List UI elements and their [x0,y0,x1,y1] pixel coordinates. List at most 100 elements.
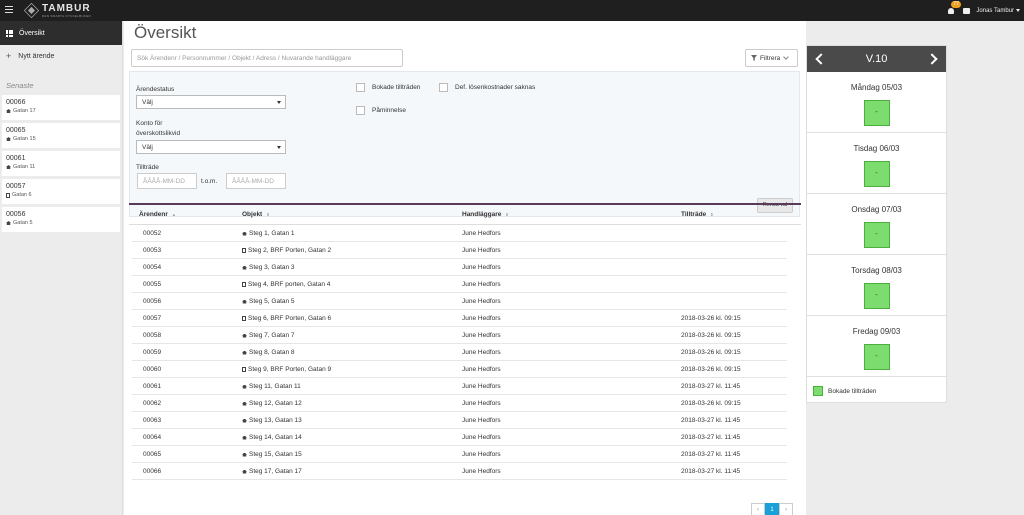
cell-access: 2018-03-26 kl. 09:15 [681,315,741,322]
calendar-slot[interactable]: - [863,222,890,248]
pagination-next[interactable]: › [779,503,793,515]
notification-bell-icon[interactable]: 77 [947,0,961,15]
user-name[interactable]: Jonas Tambur [976,8,1014,14]
calendar-day: Måndag 05/03 - [807,72,946,133]
plus-icon: + [6,51,12,61]
recent-address: Gatan 5 [13,220,33,226]
recent-item[interactable]: 00057 Gatan 6 [2,179,120,204]
cell-object: Steg 4, BRF porten, Gatan 4 [242,281,330,288]
column-header-case-number[interactable]: Ärendenr ▲ [139,211,176,218]
table-row[interactable]: 00054 Steg 3, Gatan 3 June Hedfors [132,259,787,276]
calendar-day: Tisdag 06/03 - [807,133,946,194]
table-row[interactable]: 00052 Steg 1, Gatan 1 June Hedfors [132,225,787,242]
messages-icon[interactable] [963,7,971,14]
nav-item-oversikt[interactable]: Översikt [0,21,122,45]
cell-case-number: 00062 [143,400,162,407]
checkbox-booked[interactable]: Bokade tillträden [356,83,420,92]
date-to-input[interactable]: ÅÅÅÅ-MM-DD [226,173,286,189]
checkbox-label: Def. lösenkostnader saknas [455,84,536,91]
cell-access: 2018-03-26 kl. 09:15 [681,332,741,339]
table-row[interactable]: 00065 Steg 15, Gatan 15 June Hedfors 2018-0… [132,446,787,463]
cell-handler: June Hedfors [462,247,501,254]
recent-address: Gatan 11 [13,164,36,170]
cell-handler: June Hedfors [462,315,501,322]
recent-item[interactable]: 00066 Gatan 17 [2,95,120,120]
recent-case-number: 00065 [6,127,26,134]
checkbox-box[interactable] [356,83,365,92]
calendar-day: Torsdag 08/03 - [807,255,946,316]
table-row[interactable]: 00062 Steg 12, Gatan 12 June Hedfors 2018-0… [132,395,787,412]
date-range-separator: t.o.m. [201,178,218,185]
recent-item[interactable]: 00061 Gatan 11 [2,151,120,176]
filter-button-label: Filtrera [760,54,781,62]
house-icon [242,333,247,338]
page-title: Översikt [134,23,197,42]
table-row[interactable]: 00064 Steg 14, Gatan 14 June Hedfors 2018-0… [132,429,787,446]
checkbox-missing-costs[interactable]: Def. lösenkostnader saknas [439,83,535,92]
nav-item-new-case[interactable]: + Nytt ärende [0,45,122,67]
search-input[interactable]: Sök Ärendenr / Personnummer / Objekt / A… [131,49,403,67]
filter-button[interactable]: Filtrera [745,49,798,67]
calendar-slot[interactable]: - [863,283,890,309]
table-row[interactable]: 00056 Steg 5, Gatan 5 June Hedfors [132,293,787,310]
prev-week-icon[interactable] [815,53,827,65]
cell-handler: June Hedfors [462,332,501,339]
cell-case-number: 00056 [143,298,162,305]
checkbox-box[interactable] [439,83,448,92]
cell-object: Steg 8, Gatan 8 [242,349,295,356]
main-content: Översikt Sök Ärendenr / Personnummer / O… [124,21,806,515]
calendar-day-name: Tisdag 06/03 [853,144,900,153]
table-row[interactable]: 00053 Steg 2, BRF Porten, Gatan 2 June Hed… [132,242,787,259]
cell-handler: June Hedfors [462,417,501,424]
pagination-page[interactable]: 1 [765,503,779,515]
table-row[interactable]: 00061 Steg 11, Gatan 11 June Hedfors 2018-0… [132,378,787,395]
date-from-input[interactable]: ÅÅÅÅ-MM-DD [137,173,197,189]
cell-access: 2018-03-27 kl. 11:45 [681,451,741,458]
table-row[interactable]: 00059 Steg 8, Gatan 8 June Hedfors 2018-03-… [132,344,787,361]
hamburger-menu-icon[interactable] [5,6,13,14]
table-row[interactable]: 00057 Steg 6, BRF Porten, Gatan 6 June Hed… [132,310,787,327]
house-icon [6,165,11,169]
calendar-slot[interactable]: - [863,100,890,126]
account-select[interactable]: Välj [136,140,286,154]
cell-case-number: 00052 [143,230,162,237]
table-row[interactable]: 00066 Steg 17, Gatan 17 June Hedfors 2018-0… [132,463,787,480]
cell-case-number: 00060 [143,366,162,373]
status-select[interactable]: Välj [136,95,286,109]
cell-object: Steg 17, Gatan 17 [242,468,302,475]
user-menu-caret-icon[interactable] [1016,9,1020,12]
checkbox-reminder[interactable]: Påminnelse [356,106,406,115]
sort-icon: ⇕ [710,212,714,217]
checkbox-box[interactable] [356,106,365,115]
column-header-object[interactable]: Objekt ⇕ [242,211,270,218]
recent-item[interactable]: 00065 Gatan 15 [2,123,120,148]
cell-object: Steg 12, Gatan 12 [242,400,302,407]
recent-case-number: 00061 [6,155,26,162]
table-row[interactable]: 00058 Steg 7, Gatan 7 June Hedfors 2018-03-… [132,327,787,344]
cell-case-number: 00061 [143,383,162,390]
sidebar: Översikt + Nytt ärende Senaste 00066 Gat… [0,21,123,515]
calendar-day: Fredag 09/03 - [807,316,946,377]
building-icon [242,367,246,372]
cell-handler: June Hedfors [462,383,501,390]
table-row[interactable]: 00060 Steg 9, BRF Porten, Gatan 9 June Hed… [132,361,787,378]
house-icon [242,452,247,457]
table-row[interactable]: 00063 Steg 13, Gatan 13 June Hedfors 2018-0… [132,412,787,429]
column-header-handler[interactable]: Handläggare ⇕ [462,211,509,218]
calendar-slot[interactable]: - [863,161,890,187]
logo[interactable]: TAMBUR DEN SMARTA NYCKELBUKEN [23,2,91,19]
calendar-slot[interactable]: - [863,344,890,370]
next-week-icon[interactable] [926,53,938,65]
table-row[interactable]: 00055 Steg 4, BRF porten, Gatan 4 June Hed… [132,276,787,293]
pagination-prev[interactable]: ‹ [751,503,765,515]
cell-handler: June Hedfors [462,281,501,288]
checkbox-label: Bokade tillträden [372,84,421,91]
calendar-day-name: Måndag 05/03 [850,83,903,92]
recent-item[interactable]: 00056 Gatan 5 [2,207,120,232]
column-header-access[interactable]: Tillträde ⇕ [681,211,714,218]
legend-label: Bokade tillträden [828,387,877,395]
cell-case-number: 00053 [143,247,162,254]
cell-handler: June Hedfors [462,434,501,441]
cell-access: 2018-03-26 kl. 09:15 [681,349,741,356]
cell-case-number: 00059 [143,349,162,356]
